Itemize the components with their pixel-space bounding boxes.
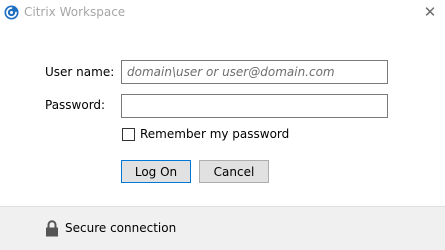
footer-bar: Secure connection (0, 206, 445, 250)
username-input[interactable] (121, 60, 388, 84)
cancel-button[interactable]: Cancel (199, 160, 269, 183)
remember-password-label[interactable]: Remember my password (140, 127, 289, 141)
log-on-button[interactable]: Log On (121, 160, 191, 183)
password-label: Password: (45, 98, 106, 112)
citrix-swirl-icon (4, 5, 19, 20)
close-icon[interactable]: ✕ (420, 3, 440, 23)
window-title: Citrix Workspace (24, 5, 126, 19)
username-label: User name: (45, 65, 115, 79)
lock-icon (46, 220, 58, 237)
title-bar: Citrix Workspace ✕ (0, 0, 445, 26)
password-input[interactable] (121, 94, 388, 118)
secure-connection-label: Secure connection (65, 221, 177, 235)
remember-password-checkbox[interactable] (122, 128, 135, 141)
